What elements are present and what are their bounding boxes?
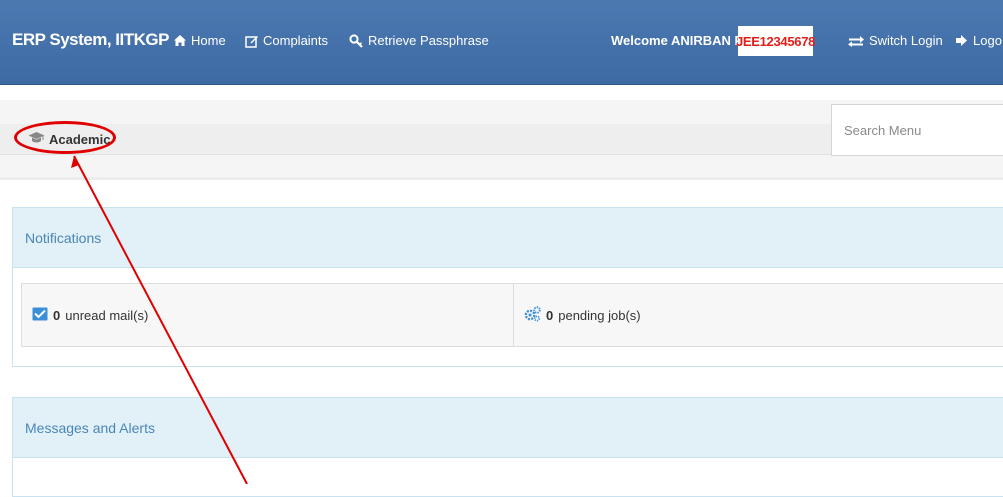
nav-home[interactable]: Home bbox=[173, 33, 226, 48]
app-brand[interactable]: ERP System, IITKGP bbox=[12, 30, 169, 50]
logout-icon bbox=[955, 34, 969, 47]
nav-complaints-label: Complaints bbox=[263, 33, 329, 48]
key-icon bbox=[349, 33, 364, 48]
notifications-title: Notifications bbox=[25, 229, 102, 246]
messages-panel: Messages and Alerts bbox=[12, 397, 1003, 497]
pending-jobs-label: pending job(s) bbox=[558, 307, 641, 323]
unread-mail-count: 0 bbox=[53, 307, 61, 323]
home-icon bbox=[173, 34, 187, 47]
envelope-check-icon bbox=[32, 307, 48, 324]
switch-arrows-icon bbox=[847, 35, 865, 47]
notifications-body: 0 unread mail(s) 0 pending job(s) bbox=[13, 268, 1003, 362]
nav-complaints[interactable]: Complaints bbox=[245, 33, 328, 48]
pending-jobs-count: 0 bbox=[546, 307, 554, 323]
nav-logout-label: Logo bbox=[973, 33, 1002, 48]
nav-retrieve-passphrase-label: Retrieve Passphrase bbox=[368, 33, 489, 48]
unread-mail-item[interactable]: 0 unread mail(s) bbox=[21, 283, 514, 347]
search-menu-input[interactable] bbox=[831, 104, 1003, 156]
cogs-icon bbox=[524, 305, 541, 325]
breadcrumb-divider bbox=[0, 177, 1003, 180]
notifications-panel: Notifications 0 unread mail(s) 0 pending… bbox=[12, 207, 1003, 367]
pending-jobs-item[interactable]: 0 pending job(s) bbox=[513, 283, 1003, 347]
unread-mail-label: unread mail(s) bbox=[65, 307, 149, 323]
notifications-header: Notifications bbox=[13, 208, 1003, 268]
roll-number-badge: JEE12345678 bbox=[736, 26, 815, 56]
edit-icon bbox=[245, 34, 259, 48]
nav-switch-login-label: Switch Login bbox=[869, 33, 943, 48]
nav-switch-login[interactable]: Switch Login bbox=[847, 33, 943, 48]
nav-home-label: Home bbox=[191, 33, 226, 48]
messages-header: Messages and Alerts bbox=[13, 398, 1003, 458]
messages-title: Messages and Alerts bbox=[25, 419, 155, 436]
top-navbar: ERP System, IITKGP Home Complaints Retri… bbox=[0, 0, 1003, 85]
annotation-ellipse bbox=[14, 121, 116, 154]
nav-logout[interactable]: Logo bbox=[955, 33, 1002, 48]
nav-retrieve-passphrase[interactable]: Retrieve Passphrase bbox=[349, 33, 489, 48]
